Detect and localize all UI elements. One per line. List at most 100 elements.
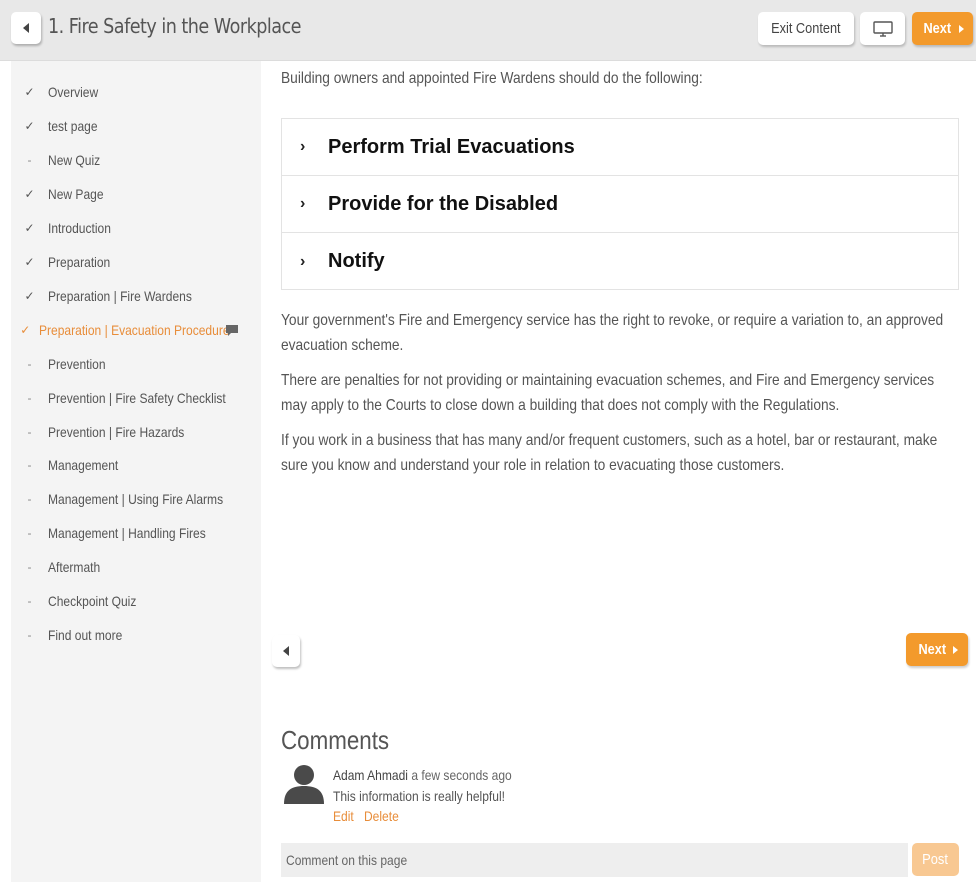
caret-right-icon [958, 24, 964, 33]
paragraph-text: Your government's Fire and Emergency ser… [281, 312, 944, 354]
sidebar-item-management[interactable]: - Management [11, 452, 261, 478]
sidebar-item-new-quiz[interactable]: - New Quiz [11, 147, 261, 173]
sidebar-item-test-page[interactable]: ✓ test page [11, 113, 261, 139]
next-button-bottom[interactable]: Next [906, 633, 968, 666]
checkmark-icon: ✓ [24, 85, 35, 99]
sidebar-item-preparation-evacuation-procedure[interactable]: ✓ Preparation | Evacuation Procedure [11, 317, 261, 343]
sidebar-item-preparation[interactable]: ✓ Preparation [11, 249, 261, 275]
chevron-right-icon: › [300, 252, 306, 270]
checkmark-icon: ✓ [24, 255, 35, 269]
sidebar-item-label: Introduction [48, 220, 111, 236]
sidebar-item-label: Prevention | Fire Safety Checklist [48, 390, 226, 406]
dash-icon: - [27, 628, 32, 642]
checkmark-icon: ✓ [24, 221, 35, 235]
dash-icon: - [27, 526, 32, 540]
body-paragraph: There are penalties for not providing or… [281, 368, 961, 418]
caret-left-icon [23, 23, 29, 33]
next-label: Next [923, 20, 952, 37]
accordion-item-notify[interactable]: › Notify [282, 233, 958, 290]
accordion-item-label: Perform Trial Evacuations [328, 135, 575, 158]
dash-icon: - [27, 391, 32, 405]
fullscreen-button[interactable] [860, 12, 905, 45]
page-title: 1. Fire Safety in the Workplace [48, 14, 301, 38]
sidebar-item-label: Checkpoint Quiz [48, 593, 137, 609]
chevron-right-icon: › [300, 138, 306, 155]
paragraph-text: There are penalties for not providing or… [281, 372, 935, 414]
monitor-icon [872, 20, 893, 37]
dash-icon: - [27, 153, 32, 167]
dash-icon: - [27, 357, 32, 371]
speech-bubble-icon [226, 325, 238, 336]
checkmark-icon: ✓ [24, 187, 35, 201]
sidebar-item-label: Find out more [48, 627, 123, 643]
dash-icon: - [27, 492, 32, 506]
user-silhouette-icon [282, 760, 326, 804]
top-header: 1. Fire Safety in the Workplace Exit Con… [0, 0, 976, 61]
sidebar-item-label: Preparation | Evacuation Procedure [39, 322, 230, 338]
sidebar-item-prevention[interactable]: - Prevention [11, 351, 261, 377]
next-label: Next [918, 641, 946, 658]
sidebar-item-label: Management | Handling Fires [48, 525, 206, 541]
sidebar-item-label: Aftermath [48, 559, 101, 575]
dash-icon: - [27, 560, 32, 574]
chevron-right-icon: › [300, 195, 306, 212]
dash-icon: - [27, 458, 32, 472]
checkmark-icon: ✓ [24, 119, 35, 133]
comment-actions: Edit Delete [333, 808, 406, 824]
comment-meta: Adam Ahmadi a few seconds ago [333, 767, 512, 783]
caret-left-icon [283, 646, 289, 656]
accordion-item-label: Provide for the Disabled [328, 192, 559, 215]
body-paragraph: If you work in a business that has many … [281, 428, 961, 478]
comment-delete-link[interactable]: Delete [364, 808, 399, 824]
sidebar-item-overview[interactable]: ✓ Overview [11, 79, 261, 105]
accordion-item-label: Notify [328, 250, 385, 272]
sidebar-item-management-handling-fires[interactable]: - Management | Handling Fires [11, 520, 261, 546]
sidebar-item-prevention-fire-hazards[interactable]: - Prevention | Fire Hazards [11, 419, 261, 445]
sidebar-item-label: Prevention [48, 356, 106, 372]
sidebar-item-checkpoint-quiz[interactable]: - Checkpoint Quiz [11, 588, 261, 614]
sidebar-item-find-out-more[interactable]: - Find out more [11, 622, 261, 648]
exit-content-button[interactable]: Exit Content [758, 12, 854, 45]
paragraph-text: If you work in a business that has many … [281, 432, 938, 474]
comment-text: This information is really helpful! [333, 788, 505, 804]
dash-icon: - [27, 594, 32, 608]
post-comment-button[interactable]: Post [912, 843, 959, 876]
dash-icon: - [27, 425, 32, 439]
sidebar-item-label: test page [48, 118, 98, 134]
sidebar-nav: ✓ Overview ✓ test page - New Quiz ✓ New … [11, 61, 261, 882]
comment-edit-link[interactable]: Edit [333, 808, 354, 824]
post-label: Post [922, 851, 949, 868]
sidebar-item-label: Overview [48, 84, 99, 100]
previous-page-button[interactable] [272, 635, 300, 667]
sidebar-item-label: Preparation | Fire Wardens [48, 288, 192, 304]
accordion-item-trial-evacuations[interactable]: › Perform Trial Evacuations [282, 119, 958, 176]
accordion: › Perform Trial Evacuations › Provide fo… [281, 118, 959, 290]
exit-content-label: Exit Content [771, 20, 841, 37]
sidebar-item-introduction[interactable]: ✓ Introduction [11, 215, 261, 241]
sidebar-item-label: Management | Using Fire Alarms [48, 491, 224, 507]
comment-input-placeholder: Comment on this page [286, 852, 408, 868]
sidebar-item-label: Preparation [48, 254, 111, 270]
checkmark-icon: ✓ [24, 289, 35, 303]
sidebar-item-label: New Quiz [48, 152, 101, 168]
sidebar-item-new-page[interactable]: ✓ New Page [11, 181, 261, 207]
sidebar-item-management-using-fire-alarms[interactable]: - Management | Using Fire Alarms [11, 486, 261, 512]
sidebar-item-label: Prevention | Fire Hazards [48, 424, 185, 440]
back-button[interactable] [11, 12, 41, 44]
sidebar-item-prevention-fire-safety-checklist[interactable]: - Prevention | Fire Safety Checklist [11, 385, 261, 411]
comment-author[interactable]: Adam Ahmadi [333, 767, 408, 783]
sidebar-item-preparation-fire-wardens[interactable]: ✓ Preparation | Fire Wardens [11, 283, 261, 309]
sidebar-item-label: Management [48, 457, 119, 473]
avatar [282, 760, 326, 804]
sidebar-item-label: New Page [48, 186, 104, 202]
comments-heading: Comments [281, 725, 390, 755]
sidebar-item-aftermath[interactable]: - Aftermath [11, 554, 261, 580]
comment-input[interactable]: Comment on this page [281, 843, 908, 877]
accordion-item-provide-for-disabled[interactable]: › Provide for the Disabled [282, 176, 958, 233]
caret-right-icon [953, 645, 959, 654]
checkmark-icon: ✓ [20, 323, 31, 337]
body-paragraph: Your government's Fire and Emergency ser… [281, 308, 961, 358]
intro-text: Building owners and appointed Fire Warde… [281, 70, 703, 87]
next-button-top[interactable]: Next [912, 12, 973, 45]
comment-time: a few seconds ago [411, 767, 512, 783]
